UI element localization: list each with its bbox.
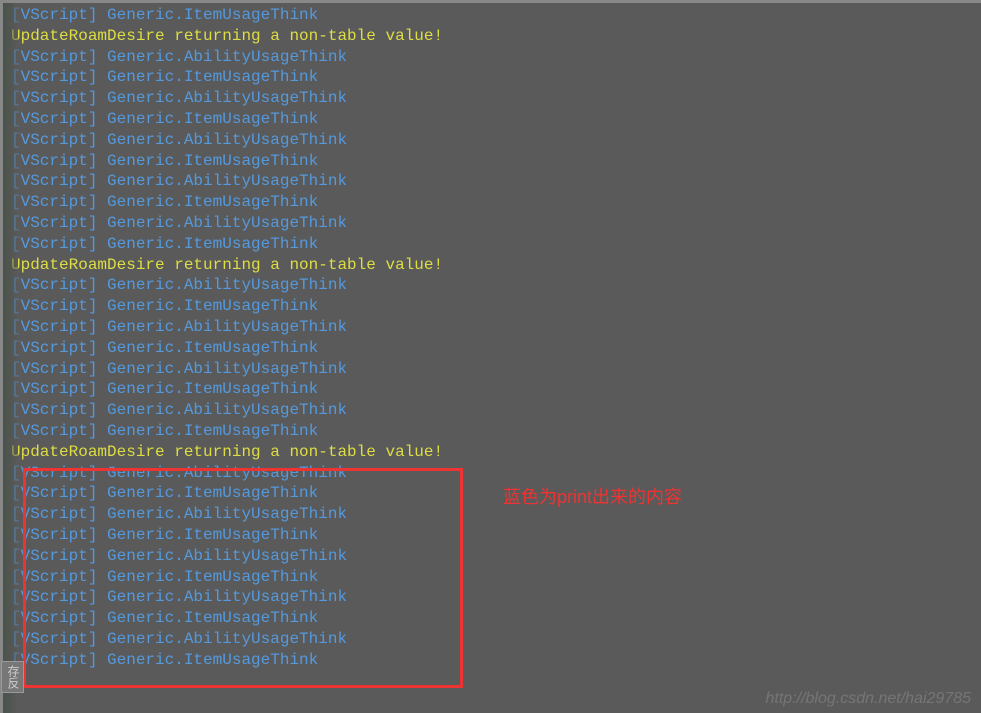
console-line: [VScript] Generic.AbilityUsageThink xyxy=(11,400,973,421)
console-line: [VScript] Generic.AbilityUsageThink xyxy=(11,546,973,567)
console-line: [VScript] Generic.ItemUsageThink xyxy=(11,525,973,546)
console-line: [VScript] Generic.ItemUsageThink xyxy=(11,151,973,172)
watermark-text: http://blog.csdn.net/hai29785 xyxy=(766,690,972,708)
console-line: [VScript] Generic.ItemUsageThink xyxy=(11,379,973,400)
console-line: [VScript] Generic.ItemUsageThink xyxy=(11,650,973,671)
annotation-text: 蓝色为print出来的内容 xyxy=(503,483,682,509)
console-line: UpdateRoamDesire returning a non-table v… xyxy=(11,442,973,463)
console-line: [VScript] Generic.AbilityUsageThink xyxy=(11,359,973,380)
left-edge-decoration xyxy=(3,3,18,713)
console-line: [VScript] Generic.ItemUsageThink xyxy=(11,5,973,26)
console-line: UpdateRoamDesire returning a non-table v… xyxy=(11,255,973,276)
console-line: [VScript] Generic.ItemUsageThink xyxy=(11,67,973,88)
console-line: [VScript] Generic.ItemUsageThink xyxy=(11,567,973,588)
console-line: [VScript] Generic.AbilityUsageThink xyxy=(11,88,973,109)
side-tab[interactable]: 存反 xyxy=(1,661,24,693)
console-line: [VScript] Generic.AbilityUsageThink xyxy=(11,275,973,296)
console-output: [VScript] Generic.ItemUsageThinkUpdateRo… xyxy=(3,3,981,673)
console-line: [VScript] Generic.AbilityUsageThink xyxy=(11,317,973,338)
console-line: [VScript] Generic.ItemUsageThink xyxy=(11,296,973,317)
console-line: [VScript] Generic.AbilityUsageThink xyxy=(11,463,973,484)
console-line: [VScript] Generic.ItemUsageThink xyxy=(11,109,973,130)
console-line: [VScript] Generic.ItemUsageThink xyxy=(11,234,973,255)
console-line: [VScript] Generic.AbilityUsageThink xyxy=(11,130,973,151)
console-line: [VScript] Generic.ItemUsageThink xyxy=(11,421,973,442)
console-line: [VScript] Generic.AbilityUsageThink xyxy=(11,213,973,234)
console-line: [VScript] Generic.ItemUsageThink xyxy=(11,483,973,504)
console-line: [VScript] Generic.ItemUsageThink xyxy=(11,608,973,629)
console-line: [VScript] Generic.AbilityUsageThink xyxy=(11,171,973,192)
console-line: [VScript] Generic.AbilityUsageThink xyxy=(11,504,973,525)
console-line: [VScript] Generic.AbilityUsageThink xyxy=(11,47,973,68)
console-line: [VScript] Generic.AbilityUsageThink xyxy=(11,629,973,650)
console-line: [VScript] Generic.ItemUsageThink xyxy=(11,192,973,213)
console-line: [VScript] Generic.ItemUsageThink xyxy=(11,338,973,359)
console-line: [VScript] Generic.AbilityUsageThink xyxy=(11,587,973,608)
console-line: UpdateRoamDesire returning a non-table v… xyxy=(11,26,973,47)
